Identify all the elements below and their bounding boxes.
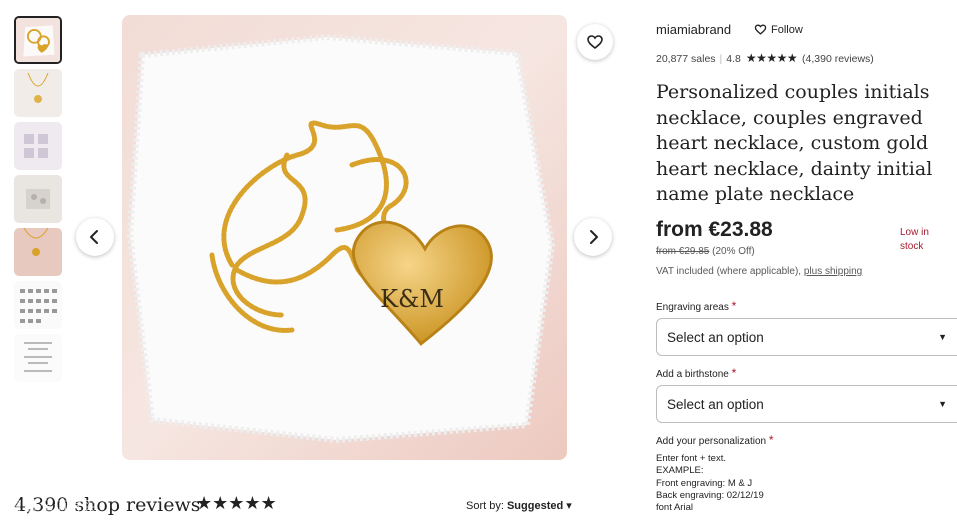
heart-icon: [587, 35, 603, 50]
thumbnail-3[interactable]: [14, 122, 62, 170]
next-image-button[interactable]: [574, 218, 612, 256]
vat-note: VAT included (where applicable), plus sh…: [656, 266, 862, 277]
watermark: 值 什么值得买: [8, 498, 96, 514]
rating-value: 4.8: [726, 53, 741, 65]
heart-outline-icon: [754, 24, 767, 35]
birthstone-label: Add a birthstone *: [656, 366, 736, 380]
required-marker: *: [731, 366, 737, 380]
previous-image-button[interactable]: [76, 218, 114, 256]
engraving-areas-value: Select an option: [667, 329, 764, 345]
caret-down-icon: ▾: [566, 500, 572, 512]
sales-count: 20,877 sales: [656, 53, 716, 65]
shop-stats: 20,877 sales | 4.8 ★★★★★ (4,390 reviews): [656, 51, 874, 65]
thumbnail-6[interactable]: [14, 281, 62, 329]
caret-down-icon: ▼: [938, 399, 947, 409]
divider: |: [719, 53, 723, 65]
shipping-link[interactable]: plus shipping: [804, 266, 862, 277]
reviews-rating-stars: ★★★★★: [196, 493, 277, 513]
rating-stars: ★★★★★: [745, 51, 798, 65]
sort-value: Suggested: [506, 500, 564, 512]
thumbnail-strip: [14, 16, 62, 387]
price: from €23.88: [656, 218, 773, 241]
birthstone-value: Select an option: [667, 396, 764, 412]
engraving-areas-text: Engraving areas: [656, 302, 729, 313]
caret-down-icon: ▼: [938, 332, 947, 342]
original-price: from €29.85 (20% Off): [656, 246, 755, 257]
engraving-areas-select[interactable]: Select an option ▼: [656, 318, 957, 356]
personalization-text: Add your personalization: [656, 436, 767, 447]
chevron-left-icon: [90, 230, 98, 244]
follow-label: Follow: [771, 23, 803, 36]
thumbnail-2[interactable]: [14, 69, 62, 117]
thumbnail-5[interactable]: [14, 228, 62, 276]
discount-label: (20% Off): [712, 246, 755, 257]
vat-text: VAT included (where applicable),: [656, 266, 802, 277]
stock-status: Low in stock: [900, 227, 929, 252]
main-product-image: K&M: [122, 15, 567, 460]
reviews-count-link[interactable]: (4,390 reviews): [802, 53, 874, 65]
engraving-areas-label: Engraving areas *: [656, 299, 736, 313]
strikethrough-price: from €29.85: [656, 246, 710, 257]
sort-label: Sort by:: [466, 500, 504, 512]
listing-title: Personalized couples initials necklace, …: [656, 81, 933, 205]
required-marker: *: [768, 433, 774, 447]
thumbnail-7[interactable]: [14, 334, 62, 382]
thumbnail-4[interactable]: [14, 175, 62, 223]
engraving-text: K&M: [380, 285, 444, 313]
required-marker: *: [731, 299, 737, 313]
follow-button[interactable]: Follow: [754, 23, 803, 36]
sort-dropdown[interactable]: Sort by: Suggested ▾: [466, 499, 572, 512]
personalization-label: Add your personalization *: [656, 433, 774, 447]
chevron-right-icon: [590, 230, 598, 244]
favorite-button[interactable]: [577, 24, 613, 60]
personalization-instructions: Enter font + text. EXAMPLE: Front engrav…: [656, 453, 764, 514]
birthstone-text: Add a birthstone: [656, 369, 729, 380]
shop-name-link[interactable]: miamiabrand: [656, 22, 731, 37]
thumbnail-1[interactable]: [14, 16, 62, 64]
birthstone-select[interactable]: Select an option ▼: [656, 385, 957, 423]
